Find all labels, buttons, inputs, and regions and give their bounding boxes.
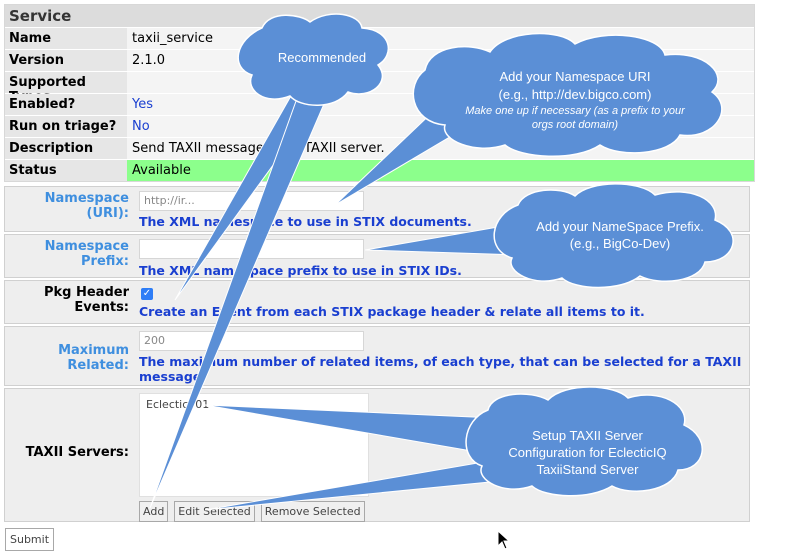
taxii-pointer	[204, 404, 496, 456]
taxii-pointer-2	[204, 459, 511, 511]
taxii-callout-text: Setup TAXII Server Configuration for Ecl…	[508, 428, 667, 477]
recommended-pointer-2	[149, 89, 331, 509]
recommended-callout-text: Recommended	[277, 50, 367, 65]
prefix-callout-text: Add your NameSpace Prefix. (e.g., BigCo-…	[536, 219, 704, 251]
namespace-callout-text: Add your Namespace URI (e.g., http://dev…	[465, 69, 685, 131]
cursor-icon	[497, 529, 511, 550]
